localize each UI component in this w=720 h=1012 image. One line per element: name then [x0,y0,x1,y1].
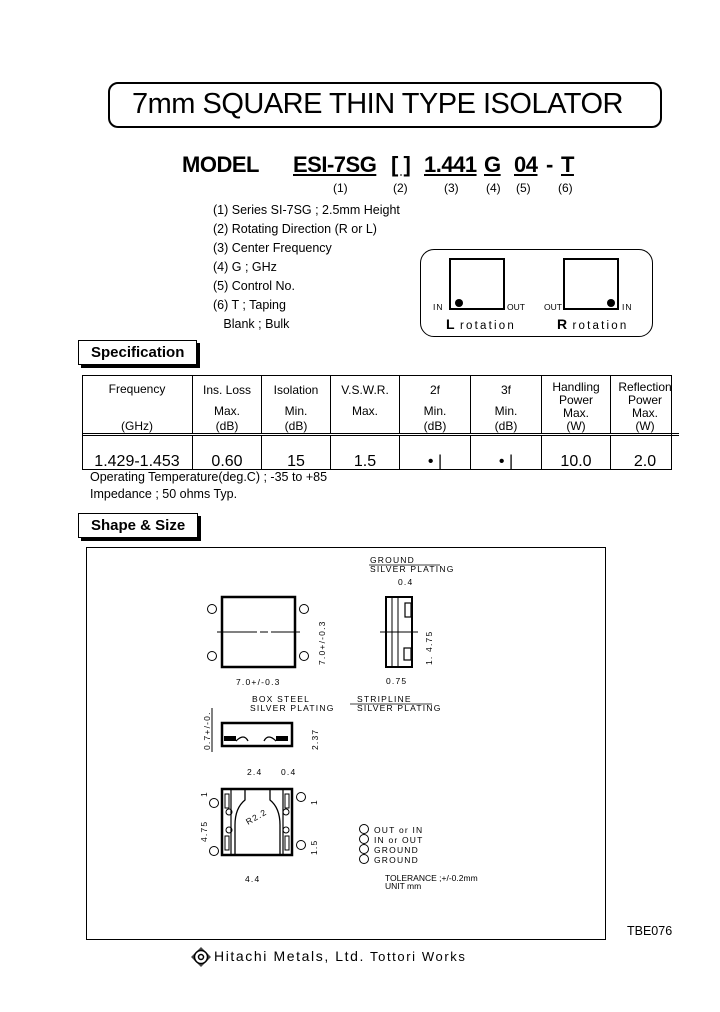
dim-04-mid: 0.4 [281,767,296,777]
dim-height: 7.0+/-0.3 [317,620,327,665]
pin-a-marker-icon [209,798,219,808]
cross-section-body [220,721,294,748]
pin-d-desc: GROUND [374,855,419,865]
ground-plating-label: SILVER PLATING [370,564,455,574]
pin-c-desc: GROUND [374,845,419,855]
pin-b-marker-icon [359,834,369,844]
dim-thin-height: 0.7+/-0. [202,711,212,750]
box-steel-plating-label: SILVER PLATING [250,703,335,713]
dim-radius: R2.2 [244,807,269,827]
dim-side-thickness: 0.4 [398,577,413,587]
dim-width: 7.0+/-0.3 [236,677,281,687]
dim-475-bottom: 4.75 [199,821,209,842]
dim-1-top: 1 [199,791,209,797]
pin-d-marker-icon [299,604,309,614]
pin-d-marker-icon [359,854,369,864]
pin-a-marker-icon [359,824,369,834]
dim-44: 4.4 [245,874,260,884]
unit-note: UNIT mm [385,881,421,891]
pin-b-marker-icon [299,651,309,661]
dim-1-right: 1 [309,799,319,805]
pin-c-marker-icon [207,604,217,614]
company-name: Hitachi Metals, Ltd. [214,948,366,964]
pin-a-marker-icon [207,651,217,661]
dim-075: 0.75 [386,676,407,686]
pin-d-marker-icon [296,840,306,850]
pin-b-marker-icon [296,792,306,802]
hitachi-logo-icon [191,947,211,967]
dim-side-height: 1. 4.75 [424,631,434,665]
dim-15: 1.5 [309,840,319,855]
dimension-drawing: 7.0+/-0.3 7.0+/-0.3 GROUND SILVER PLATIN… [199,555,478,891]
dim-24: 2.4 [247,767,262,777]
works-name: Tottori Works [365,949,467,964]
pin-b-desc: IN or OUT [374,835,424,845]
dim-237: 2.37 [310,729,320,750]
footer-company: Hitachi Metals, Ltd. Tottori Works [214,948,466,964]
pin-a-desc: OUT or IN [374,825,423,835]
document-code: TBE076 [627,924,673,938]
pin-c-marker-icon [359,844,369,854]
stripline-plating-label: SILVER PLATING [357,703,442,713]
pin-c-marker-icon [209,846,219,856]
